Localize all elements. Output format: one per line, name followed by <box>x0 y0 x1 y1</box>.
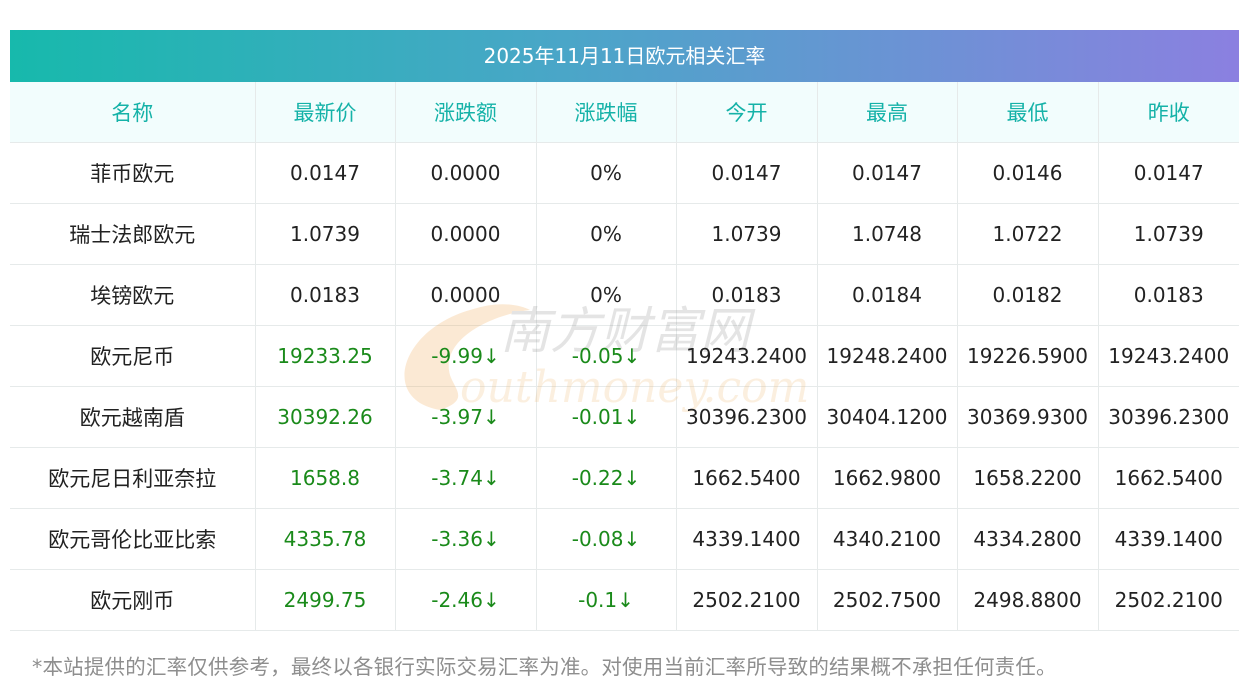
cell-open: 0.0147 <box>676 142 818 204</box>
table-row: 欧元刚币 2499.75 -2.46↓ -0.1↓ 2502.2100 2502.7500… <box>10 569 1239 631</box>
cell-name: 欧元越南盾 <box>10 386 256 448</box>
table-row: 欧元尼币 19233.25 -9.99↓ -0.05↓ 19243.2400 19248.… <box>10 325 1239 387</box>
cell-high: 1.0748 <box>817 203 958 265</box>
cell-pct: 0% <box>536 264 677 326</box>
table-row: 埃镑欧元 0.0183 0.0000 0% 0.0183 0.0184 0.0182 0.01… <box>10 264 1239 326</box>
disclaimer-footnote: *本站提供的汇率仅供参考，最终以各银行实际交易汇率为准。对使用当前汇率所导致的结… <box>32 655 1057 679</box>
cell-name: 欧元刚币 <box>10 569 256 631</box>
cell-low: 19226.5900 <box>957 325 1099 387</box>
cell-change: -9.99↓ <box>395 325 537 387</box>
rate-table-panel: 2025年11月11日欧元相关汇率 名称 最新价 涨跌额 涨跌幅 今开 最高 最… <box>10 30 1239 631</box>
cell-high: 4340.2100 <box>817 508 958 570</box>
cell-high: 0.0184 <box>817 264 958 326</box>
cell-pct: 0% <box>536 142 677 204</box>
cell-prev: 0.0147 <box>1098 142 1239 204</box>
cell-open: 30396.2300 <box>676 386 818 448</box>
cell-pct: 0% <box>536 203 677 265</box>
cell-high: 1662.9800 <box>817 447 958 509</box>
cell-latest: 30392.26 <box>255 386 396 448</box>
cell-pct: -0.01↓ <box>536 386 677 448</box>
cell-latest: 1658.8 <box>255 447 396 509</box>
cell-low: 30369.9300 <box>957 386 1099 448</box>
column-header-change: 涨跌额 <box>395 82 537 143</box>
cell-change: -3.36↓ <box>395 508 537 570</box>
cell-open: 4339.1400 <box>676 508 818 570</box>
cell-name: 欧元尼日利亚奈拉 <box>10 447 256 509</box>
cell-name: 欧元尼币 <box>10 325 256 387</box>
cell-latest: 4335.78 <box>255 508 396 570</box>
cell-prev: 1662.5400 <box>1098 447 1239 509</box>
table-row: 瑞士法郎欧元 1.0739 0.0000 0% 1.0739 1.0748 1.0722 1.… <box>10 203 1239 265</box>
cell-prev: 30396.2300 <box>1098 386 1239 448</box>
cell-low: 1658.2200 <box>957 447 1099 509</box>
cell-pct: -0.1↓ <box>536 569 677 631</box>
cell-latest: 2499.75 <box>255 569 396 631</box>
column-header-latest: 最新价 <box>255 82 396 143</box>
table-row: 欧元越南盾 30392.26 -3.97↓ -0.01↓ 30396.2300 30404… <box>10 386 1239 448</box>
table-row: 菲币欧元 0.0147 0.0000 0% 0.0147 0.0147 0.0146 0.01… <box>10 142 1239 204</box>
cell-high: 0.0147 <box>817 142 958 204</box>
cell-name: 瑞士法郎欧元 <box>10 203 256 265</box>
column-header-high: 最高 <box>817 82 958 143</box>
cell-name: 欧元哥伦比亚比索 <box>10 508 256 570</box>
cell-open: 0.0183 <box>676 264 818 326</box>
cell-name: 菲币欧元 <box>10 142 256 204</box>
cell-name: 埃镑欧元 <box>10 264 256 326</box>
cell-high: 30404.1200 <box>817 386 958 448</box>
cell-pct: -0.22↓ <box>536 447 677 509</box>
cell-prev: 2502.2100 <box>1098 569 1239 631</box>
cell-low: 0.0146 <box>957 142 1099 204</box>
cell-low: 0.0182 <box>957 264 1099 326</box>
table-row: 欧元哥伦比亚比索 4335.78 -3.36↓ -0.08↓ 4339.1400 4340… <box>10 508 1239 570</box>
cell-low: 4334.2800 <box>957 508 1099 570</box>
cell-pct: -0.05↓ <box>536 325 677 387</box>
column-header-name: 名称 <box>10 82 256 143</box>
column-header-prev: 昨收 <box>1098 82 1239 143</box>
column-header-open: 今开 <box>676 82 818 143</box>
cell-change: -2.46↓ <box>395 569 537 631</box>
rate-table: 名称 最新价 涨跌额 涨跌幅 今开 最高 最低 昨收 菲币欧元 0.0147 0.0… <box>10 82 1239 631</box>
cell-prev: 4339.1400 <box>1098 508 1239 570</box>
column-header-low: 最低 <box>957 82 1099 143</box>
table-header-row: 名称 最新价 涨跌额 涨跌幅 今开 最高 最低 昨收 <box>10 82 1239 143</box>
cell-low: 1.0722 <box>957 203 1099 265</box>
cell-open: 19243.2400 <box>676 325 818 387</box>
column-header-pct: 涨跌幅 <box>536 82 677 143</box>
cell-change: -3.97↓ <box>395 386 537 448</box>
cell-open: 1662.5400 <box>676 447 818 509</box>
cell-latest: 1.0739 <box>255 203 396 265</box>
cell-low: 2498.8800 <box>957 569 1099 631</box>
cell-change: 0.0000 <box>395 203 537 265</box>
table-title: 2025年11月11日欧元相关汇率 <box>10 30 1239 82</box>
cell-change: -3.74↓ <box>395 447 537 509</box>
cell-change: 0.0000 <box>395 142 537 204</box>
cell-open: 1.0739 <box>676 203 818 265</box>
cell-prev: 19243.2400 <box>1098 325 1239 387</box>
cell-high: 2502.7500 <box>817 569 958 631</box>
cell-latest: 0.0147 <box>255 142 396 204</box>
cell-change: 0.0000 <box>395 264 537 326</box>
cell-high: 19248.2400 <box>817 325 958 387</box>
cell-latest: 0.0183 <box>255 264 396 326</box>
cell-prev: 0.0183 <box>1098 264 1239 326</box>
cell-open: 2502.2100 <box>676 569 818 631</box>
cell-prev: 1.0739 <box>1098 203 1239 265</box>
cell-latest: 19233.25 <box>255 325 396 387</box>
cell-pct: -0.08↓ <box>536 508 677 570</box>
table-row: 欧元尼日利亚奈拉 1658.8 -3.74↓ -0.22↓ 1662.5400 1662.… <box>10 447 1239 509</box>
